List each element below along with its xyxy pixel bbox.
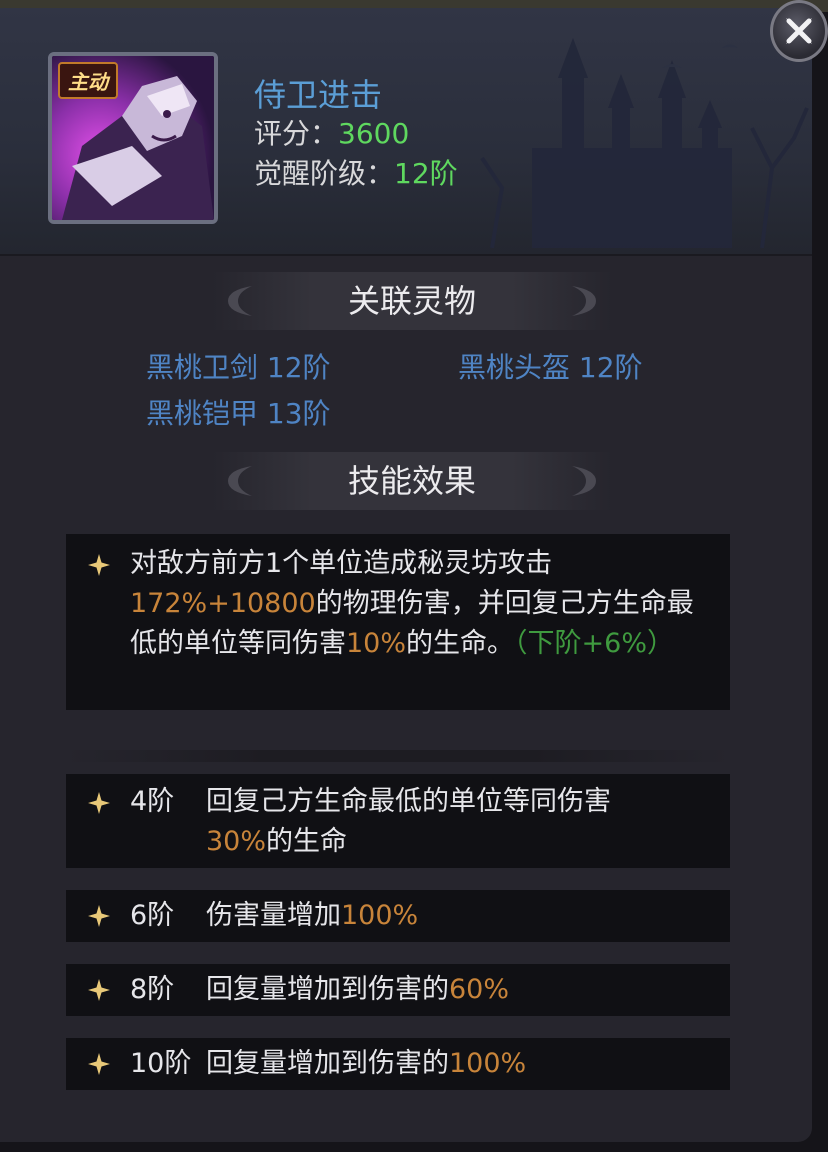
- level-effect-4: 4阶 回复己方生命最低的单位等同伤害 30%的生命: [66, 774, 730, 868]
- left-ornament-icon: [228, 466, 252, 496]
- related-item-helmet[interactable]: 黑桃头盔 12阶: [458, 346, 643, 386]
- effects-title-text: 技能效果: [347, 462, 476, 500]
- level-desc: 伤害量增加: [206, 900, 341, 931]
- active-skill-tag: 主动: [58, 62, 118, 99]
- awaken-value: 12阶: [394, 157, 458, 190]
- left-ornament-icon: [228, 286, 252, 316]
- score-value: 3600: [338, 117, 410, 150]
- skill-detail-panel: 主动 侍卫进击 评分：3600 觉醒阶级：12阶 关联灵物 黑桃卫剑 12阶 黑…: [0, 8, 812, 1142]
- related-item-armor[interactable]: 黑桃铠甲 13阶: [146, 392, 331, 432]
- right-ornament-icon: [572, 286, 596, 316]
- related-title-text: 关联灵物: [347, 282, 476, 320]
- level-text: 回复己方生命最低的单位等同伤害 30%的生命: [206, 782, 706, 862]
- level-label: 10阶: [130, 1048, 192, 1079]
- skill-portrait: 主动: [48, 52, 218, 224]
- main-effect-box: 对敌方前方1个单位造成秘灵坊攻击 172%+10800的物理伤害，并回复己方生命最…: [66, 534, 730, 710]
- level-suffix: 的生命: [266, 826, 348, 857]
- four-point-star-icon: [88, 905, 110, 927]
- level-desc: 回复己方生命最低的单位等同伤害: [206, 786, 611, 817]
- main-effect-damage: 172%+10800: [130, 588, 316, 619]
- castle-decoration: [480, 38, 809, 248]
- level-highlight: 100%: [449, 1048, 527, 1079]
- level-highlight: 100%: [341, 900, 419, 931]
- level-highlight: 30%: [206, 826, 267, 857]
- main-effect-part5: 的生命。: [406, 628, 515, 659]
- awaken-label: 觉醒阶级：: [254, 157, 395, 190]
- level-label: 8阶: [130, 974, 175, 1005]
- level-effect-6: 6阶 伤害量增加100%: [66, 890, 730, 942]
- four-point-star-icon: [88, 554, 110, 576]
- skill-name: 侍卫进击: [254, 76, 383, 114]
- level-desc: 回复量增加到伤害的: [206, 974, 449, 1005]
- level-effect-8: 8阶 回复量增加到伤害的60%: [66, 964, 730, 1016]
- score-row: 评分：3600: [254, 112, 409, 152]
- main-effect-part1: 对敌方前方1个单位造成秘灵坊攻击: [130, 548, 553, 579]
- main-effect-next-level: （下阶+6%）: [514, 628, 674, 659]
- level-text: 回复量增加到伤害的60%: [206, 970, 706, 1010]
- close-x-icon: [786, 18, 812, 44]
- divider: [66, 750, 730, 762]
- level-label: 4阶: [130, 786, 175, 817]
- four-point-star-icon: [88, 1053, 110, 1075]
- level-effect-10: 10阶 回复量增加到伤害的100%: [66, 1038, 730, 1090]
- main-effect-heal-percent: 10%: [346, 628, 407, 659]
- right-ornament-icon: [572, 466, 596, 496]
- level-label: 6阶: [130, 900, 175, 931]
- awaken-row: 觉醒阶级：12阶: [254, 152, 458, 192]
- score-label: 评分：: [254, 117, 339, 150]
- four-point-star-icon: [88, 979, 110, 1001]
- skill-header: 主动 侍卫进击 评分：3600 觉醒阶级：12阶: [0, 8, 812, 256]
- level-desc: 回复量增加到伤害的: [206, 1048, 449, 1079]
- related-item-sword[interactable]: 黑桃卫剑 12阶: [146, 346, 331, 386]
- close-button[interactable]: [770, 0, 828, 62]
- level-text: 回复量增加到伤害的100%: [206, 1044, 706, 1084]
- effects-section-title: 技能效果: [212, 452, 612, 510]
- four-point-star-icon: [88, 792, 110, 814]
- level-highlight: 60%: [449, 974, 510, 1005]
- related-section-title: 关联灵物: [212, 272, 612, 330]
- level-text: 伤害量增加100%: [206, 896, 706, 936]
- main-effect-text: 对敌方前方1个单位造成秘灵坊攻击 172%+10800的物理伤害，并回复己方生命最…: [130, 544, 710, 664]
